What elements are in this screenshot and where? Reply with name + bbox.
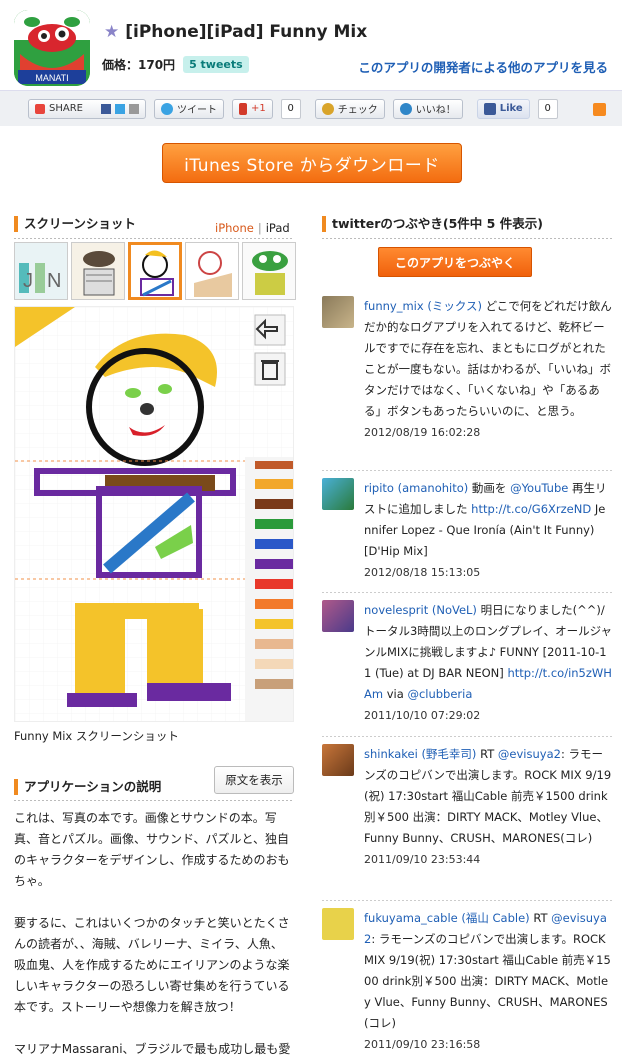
tweet-text: RT [533,911,548,925]
tweet-item: shinkakei (野毛幸司) RT @evisuya2: ラモーンズのコピバ… [322,744,612,870]
tweet-button[interactable]: ツイート [153,98,224,119]
description-paragraph-1: これは、写真の本です。画像とサウンドの本。写真、音とパズル。画像、サウンド、パズ… [14,811,290,888]
tab-ipad[interactable]: iPad [266,221,290,235]
tweet-time: 2011/09/10 23:53:44 [364,853,481,866]
tweet-user[interactable]: novelesprit (NoVeL) [364,603,477,617]
avatar[interactable] [322,908,354,940]
thumbnail-1[interactable]: JN [14,242,68,300]
app-icon: MANATI [14,10,90,86]
facebook-mini-icon [100,103,111,114]
thumbnail-4[interactable] [185,242,239,300]
thumbnail-5[interactable] [242,242,296,300]
divider [322,238,612,239]
facebook-icon [483,102,496,115]
svg-text:N: N [47,270,61,292]
gplus-count: 0 [280,98,301,119]
twitter-bird-icon [160,102,173,115]
star-icon[interactable]: ★ [104,22,119,42]
tweet-this-app-button[interactable]: このアプリをつぶやく [378,247,532,277]
tweet-mention[interactable]: @YouTube [510,481,568,495]
divider [14,238,294,239]
page-title: ★ [iPhone][iPad] Funny Mix [104,22,367,42]
rss-icon[interactable] [593,103,606,116]
show-original-button[interactable]: 原文を表示 [214,766,294,794]
divider [322,900,612,901]
iine-button[interactable]: いいね！ [392,98,463,119]
share-button[interactable]: SHARE [28,98,146,119]
facebook-like-button[interactable]: Like [476,98,530,119]
avatar[interactable] [322,744,354,776]
iine-icon [399,102,412,115]
like-count: 0 [537,98,558,119]
iine-label: いいね！ [415,105,456,116]
tab-iphone[interactable]: iPhone [215,221,254,235]
gplus-label: +1 [250,103,266,114]
device-separator: | [257,221,262,235]
tweet-text: : ラモーンズのコピバンで出演します。ROCK MIX 9/19(祝) 17:3… [364,932,611,1030]
like-label: Like [499,103,523,114]
tweet-item: ripito (amanohito) 動画を @YouTube 再生リストに追加… [322,478,612,583]
price-row: 価格：170円 5 tweets [102,56,249,73]
itunes-download-button[interactable]: iTunes Store からダウンロード [162,143,462,183]
divider [322,592,612,593]
divider [322,736,612,737]
screenshot-caption: Funny Mix スクリーンショット [14,729,179,743]
avatar[interactable] [322,478,354,510]
check-label: チェック [337,105,378,116]
tweet-time: 2011/10/10 07:29:02 [364,709,481,722]
price: 価格：170円 [102,58,176,72]
tweet-text: via [386,687,404,701]
email-mini-icon [128,103,139,114]
tweet-item: novelesprit (NoVeL) 明日になりました(^^)/ トータル3時… [322,600,612,726]
tweet-text: 動画を [471,481,507,495]
developer-apps-link[interactable]: このアプリの開発者による他のアプリを見る [358,57,608,76]
share-label: SHARE [49,103,83,114]
twitter-heading: twitterのつぶやき(5件中 5 件表示) [322,216,543,232]
screenshot-thumbnails: JN [14,242,296,300]
avatar[interactable] [322,600,354,632]
share-icon [35,103,45,114]
divider [322,470,612,471]
tweet-item: funny_mix (ミックス) どこで何をどれだけ飲んだか的なログアプリを入れ… [322,296,612,443]
tweet-item: fukuyama_cable (福山 Cable) RT @evisuya2: … [322,908,612,1055]
tweet-user[interactable]: ripito (amanohito) [364,481,468,495]
description-heading: アプリケーションの説明 [14,779,161,795]
tweet-text: : ラモーンズのコピバンで出演します。ROCK MIX 9/19(祝) 17:3… [364,747,612,845]
mixi-check-button[interactable]: チェック [314,98,385,119]
avatar[interactable] [322,296,354,328]
thumbnail-2[interactable] [71,242,125,300]
app-header: MANATI ★ [iPhone][iPad] Funny Mix 価格：170… [0,0,622,126]
screenshots-heading: スクリーンショット [14,216,136,232]
tweet-time: 2012/08/19 16:02:28 [364,426,481,439]
tweet-user[interactable]: fukuyama_cable (福山 Cable) [364,911,530,925]
tweet-user[interactable]: shinkakei (野毛幸司) [364,747,476,761]
main-screenshot [14,306,294,722]
tweet-user[interactable]: funny_mix (ミックス) [364,299,482,313]
tweet-time: 2012/08/18 15:13:05 [364,566,481,579]
tweet-mention[interactable]: @evisuya2 [498,747,561,761]
description-paragraph-3: マリアナMassarani、ブラジルで最も成功し最も愛さ [14,1042,291,1064]
tweets-badge[interactable]: 5 tweets [183,56,249,73]
tweet-mention[interactable]: @clubberia [407,687,472,701]
tweet-time: 2011/09/10 23:16:58 [364,1038,481,1051]
device-switch: iPhone | iPad [215,221,290,235]
description-body: これは、写真の本です。画像とサウンドの本。写真、音とパズル。画像、サウンド、パズ… [14,808,294,1064]
tweet-label: ツイート [176,105,217,116]
gplus-button[interactable]: +1 [231,98,273,119]
divider [14,800,294,801]
social-bar: SHARE ツイート +1 0 チェック いいね！ Like 0 [0,90,622,126]
description-paragraph-2: 要するに、これはいくつかのタッチと笑いとたくさんの読者が、、海賊、バレリーナ、ミ… [14,916,290,1014]
logo-text: MANATI [35,73,68,83]
tweet-text: RT [480,747,495,761]
app-title-text: [iPhone][iPad] Funny Mix [125,22,368,42]
tweet-text: どこで何をどれだけ飲んだか的なログアプリを入れてるけど、乾杯ビールですでに存在を… [364,299,612,418]
gplus-icon [238,102,247,115]
thumbnail-3-selected[interactable] [128,242,182,300]
tweet-link[interactable]: http://t.co/G6XrzeND [471,502,591,516]
twitter-mini-icon [114,103,125,114]
svg-text:J: J [23,270,33,292]
mixi-icon [321,102,334,115]
